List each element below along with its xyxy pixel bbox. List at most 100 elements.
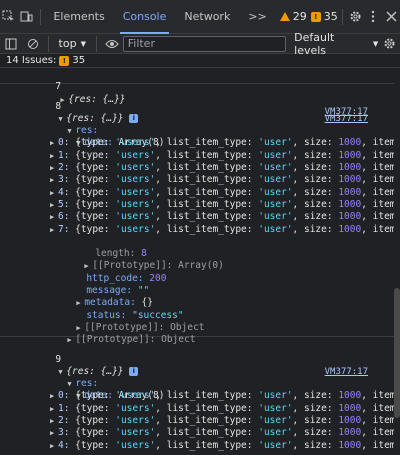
- item-list-type-value: 'user': [258, 223, 293, 235]
- item-type-value: 'users': [115, 174, 156, 186]
- item-text: {type:: [75, 174, 116, 186]
- item-text: , size:: [292, 162, 339, 174]
- settings-gear-icon[interactable]: [347, 6, 365, 28]
- close-icon[interactable]: [382, 6, 400, 28]
- sidebar-toggle-icon[interactable]: [0, 33, 22, 55]
- toolbar-divider: [95, 35, 97, 52]
- array-index: 7:: [58, 223, 76, 235]
- item-size-value: 1000: [338, 198, 362, 210]
- more-options-icon[interactable]: [364, 6, 382, 28]
- array-index: 3:: [58, 427, 76, 439]
- array-index: 6:: [58, 211, 76, 223]
- item-size-value: 1000: [338, 427, 362, 439]
- item-text: {type:: [75, 162, 116, 174]
- array-item-row[interactable]: ▶ 1: {type: 'users', list_item_type: 'use…: [0, 403, 394, 415]
- item-size-value: 1000: [338, 223, 362, 235]
- item-text: , items:: [361, 415, 394, 427]
- array-index: 4:: [58, 186, 76, 198]
- item-text: , list_item_type:: [155, 402, 259, 414]
- console-message: 7 ▶ {res: {…}} VM377:17: [0, 68, 394, 117]
- item-text: , size:: [292, 415, 339, 427]
- issues-bar[interactable]: 14 Issues: ! 35: [0, 54, 400, 68]
- item-text: , list_item_type:: [155, 186, 259, 198]
- console-scrollbar[interactable]: [394, 68, 400, 455]
- item-list-type-value: 'user': [258, 137, 293, 149]
- item-type-value: 'users': [115, 186, 156, 198]
- item-text: , size:: [292, 149, 339, 161]
- array-item-row[interactable]: ▶ 4: {type: 'users', list_item_type: 'use…: [0, 440, 394, 452]
- item-text: , items:: [361, 402, 394, 414]
- warning-icon: [279, 12, 290, 21]
- expand-triangle-icon[interactable]: ▶: [50, 403, 58, 415]
- expand-triangle-icon[interactable]: ▶: [50, 150, 58, 162]
- item-text: , list_item_type:: [155, 390, 259, 402]
- expand-triangle-icon[interactable]: ▶: [50, 415, 58, 427]
- item-type-value: 'users': [115, 198, 156, 210]
- item-text: {type:: [75, 137, 116, 149]
- tab-console[interactable]: Console: [114, 0, 176, 34]
- item-text: , items:: [361, 198, 394, 210]
- array-item-row[interactable]: ▶ 2: {type: 'users', list_item_type: 'use…: [0, 415, 394, 427]
- item-text: , size:: [292, 223, 339, 235]
- tab-network[interactable]: Network: [175, 0, 239, 34]
- expand-triangle-icon[interactable]: ▶: [50, 427, 58, 439]
- array-item-row[interactable]: ▶ 5: {type: 'users', list_item_type: 'use…: [0, 199, 394, 211]
- item-size-value: 1000: [338, 390, 362, 402]
- array-item-row[interactable]: ▶ 3: {type: 'users', list_item_type: 'use…: [0, 427, 394, 439]
- console-settings-gear-icon[interactable]: [378, 33, 400, 55]
- item-text: , items:: [361, 186, 394, 198]
- log-levels-dropdown[interactable]: Default levels ▼: [294, 31, 378, 57]
- live-expression-eye-icon[interactable]: [101, 33, 123, 55]
- array-index: 1:: [58, 402, 76, 414]
- issues-label: 14 Issues:: [6, 55, 57, 66]
- item-list-type-value: 'user': [258, 149, 293, 161]
- devtools-tabbar: Elements Console Network >> 29 ! 35: [0, 0, 400, 34]
- context-selector[interactable]: top ▼: [53, 37, 92, 50]
- context-label: top: [58, 37, 77, 50]
- tab-elements[interactable]: Elements: [44, 0, 113, 34]
- expand-triangle-icon[interactable]: ▶: [50, 187, 58, 199]
- item-text: , size:: [292, 402, 339, 414]
- array-item-row[interactable]: ▶ 7: {type: 'users', list_item_type: 'use…: [0, 224, 394, 236]
- expand-triangle-icon[interactable]: ▶: [50, 137, 58, 149]
- array-item-row[interactable]: ▶ 6: {type: 'users', list_item_type: 'use…: [0, 211, 394, 223]
- issues-badge[interactable]: ! 35: [310, 10, 338, 23]
- expand-triangle-icon[interactable]: ▶: [50, 224, 58, 236]
- array-index: 3:: [58, 174, 76, 186]
- issue-count: 35: [323, 10, 338, 23]
- item-text: {type:: [75, 186, 116, 198]
- filter-input[interactable]: [122, 35, 287, 52]
- device-toolbar-icon[interactable]: [18, 6, 36, 28]
- expand-triangle-icon[interactable]: ▶: [50, 390, 58, 402]
- expand-triangle-icon[interactable]: ▶: [50, 440, 58, 452]
- array-item-row[interactable]: ▶ 0: {type: 'users', list_item_type: 'use…: [0, 137, 394, 149]
- inspect-element-icon[interactable]: [0, 6, 18, 28]
- data-array-items: ▶ 0: {type: 'users', list_item_type: 'use…: [0, 390, 394, 451]
- array-item-row[interactable]: ▶ 4: {type: 'users', list_item_type: 'use…: [0, 187, 394, 199]
- array-item-row[interactable]: ▶ 1: {type: 'users', list_item_type: 'use…: [0, 150, 394, 162]
- array-item-row[interactable]: ▶ 2: {type: 'users', list_item_type: 'use…: [0, 162, 394, 174]
- item-text: , list_item_type:: [155, 427, 259, 439]
- item-text: , size:: [292, 211, 339, 223]
- scrollbar-thumb[interactable]: [394, 288, 400, 418]
- item-text: , list_item_type:: [155, 223, 259, 235]
- warnings-badge[interactable]: 29: [279, 10, 307, 23]
- expand-triangle-icon[interactable]: ▶: [50, 174, 58, 186]
- item-type-value: 'users': [115, 439, 156, 451]
- item-list-type-value: 'user': [258, 198, 293, 210]
- expand-triangle-icon[interactable]: ▶: [50, 162, 58, 174]
- expand-triangle-icon[interactable]: ▶: [50, 211, 58, 223]
- more-tabs-button[interactable]: >>: [239, 0, 275, 34]
- clear-console-icon[interactable]: [22, 33, 44, 55]
- item-text: , list_item_type:: [155, 415, 259, 427]
- array-item-row[interactable]: ▶ 3: {type: 'users', list_item_type: 'use…: [0, 174, 394, 186]
- array-index: 5:: [58, 198, 76, 210]
- array-item-row[interactable]: ▶ 0: {type: 'users', list_item_type: 'use…: [0, 390, 394, 402]
- item-list-type-value: 'user': [258, 211, 293, 223]
- item-size-value: 1000: [338, 415, 362, 427]
- item-type-value: 'users': [115, 137, 156, 149]
- item-text: {type:: [75, 223, 116, 235]
- console-filterbar: top ▼ Default levels ▼: [0, 31, 400, 57]
- item-text: , list_item_type:: [155, 439, 259, 451]
- expand-triangle-icon[interactable]: ▶: [50, 199, 58, 211]
